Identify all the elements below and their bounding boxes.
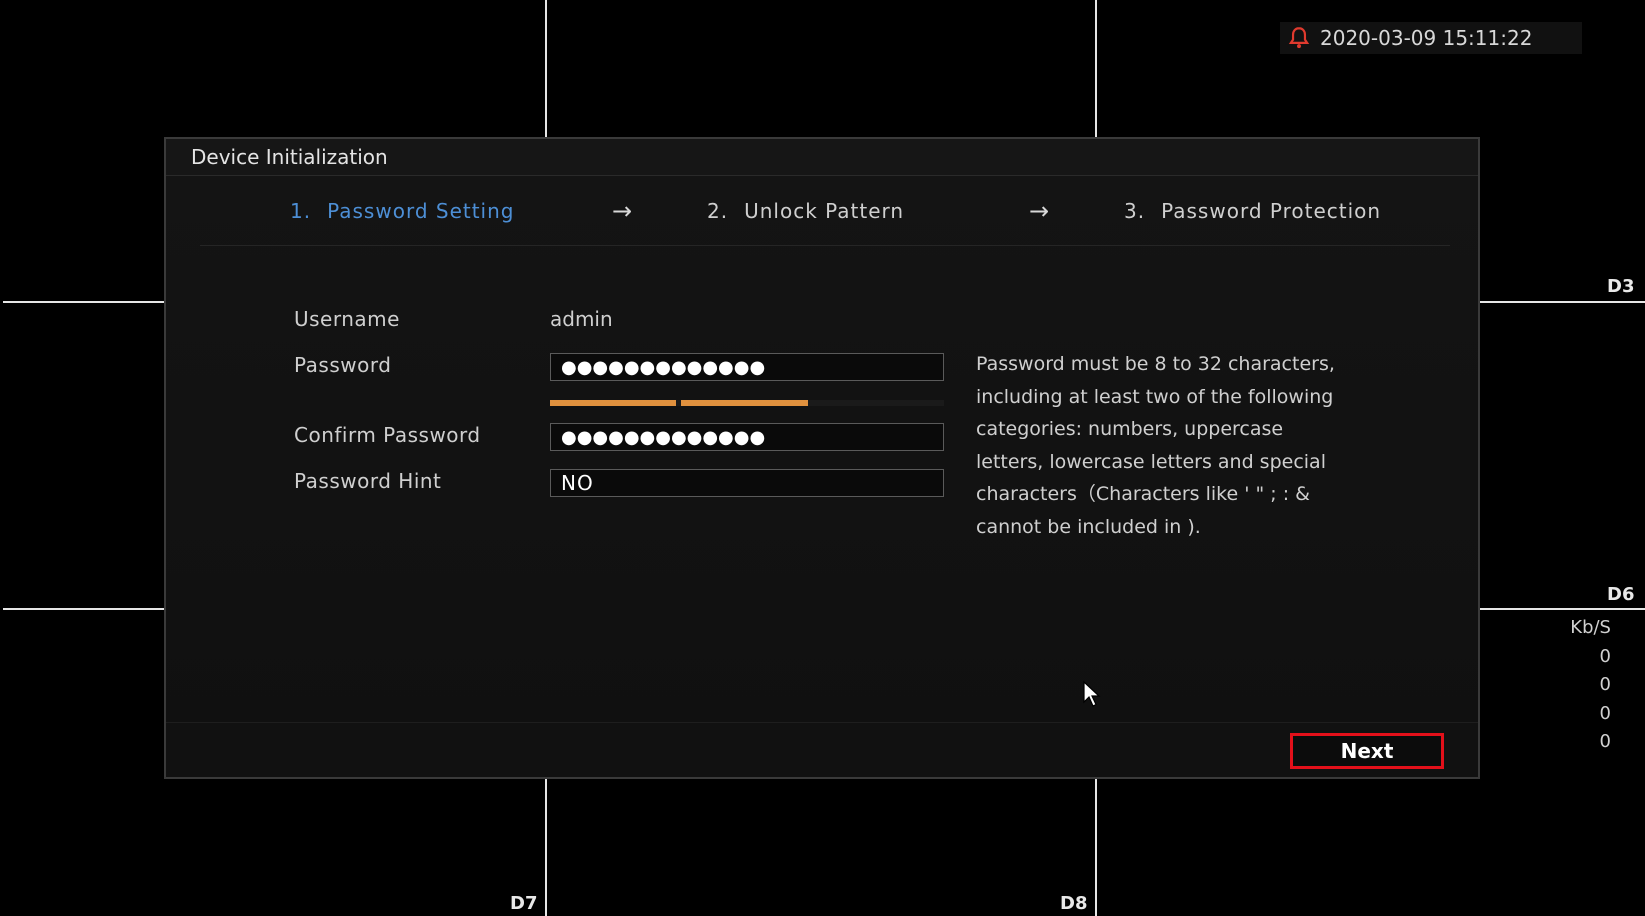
step-password-protection: 3. Password Protection	[1124, 199, 1381, 223]
requirements-line: Password must be 8 to 32 characters,	[976, 353, 1335, 375]
bitrate-column: Kb/S 0 0 0 0	[1570, 614, 1645, 757]
password-input[interactable]: ●●●●●●●●●●●●●	[550, 353, 944, 381]
grid-line	[1095, 779, 1097, 916]
requirements-line: categories: numbers, uppercase	[976, 418, 1284, 440]
password-label: Password	[294, 353, 392, 377]
channel-label-d7: D7	[510, 893, 538, 914]
dialog-title: Device Initialization	[166, 139, 1478, 176]
requirements-line: characters（Characters like ' " ; : &	[976, 483, 1310, 505]
username-value: admin	[550, 307, 613, 331]
step-label: Password Protection	[1161, 199, 1382, 223]
clock-display: 2020-03-09 15:11:22	[1280, 22, 1582, 54]
step-divider	[200, 245, 1450, 246]
bitrate-value: 0	[1599, 702, 1611, 724]
grid-line	[3, 301, 164, 303]
strength-segment	[681, 400, 808, 406]
step-number: 2.	[707, 199, 729, 223]
bitrate-value: 0	[1599, 645, 1611, 667]
password-requirements-text: Password must be 8 to 32 characters, inc…	[976, 348, 1446, 543]
channel-label-d6: D6	[1607, 584, 1635, 605]
dialog-footer: Next	[166, 722, 1478, 777]
grid-line	[3, 608, 164, 610]
password-strength-bar	[550, 400, 944, 406]
grid-line	[545, 779, 547, 916]
channel-label-d3: D3	[1607, 276, 1635, 297]
step-arrow-icon: →	[612, 197, 633, 225]
step-password-setting: 1. Password Setting	[290, 199, 514, 223]
username-label: Username	[294, 307, 400, 331]
grid-line	[1480, 608, 1645, 610]
step-label: Unlock Pattern	[744, 199, 905, 223]
password-hint-label: Password Hint	[294, 469, 442, 493]
step-unlock-pattern: 2. Unlock Pattern	[707, 199, 904, 223]
bitrate-value: 0	[1599, 674, 1611, 695]
strength-segment	[550, 400, 677, 406]
requirements-line: including at least two of the following	[976, 385, 1334, 408]
bitrate-unit: Kb/S	[1570, 617, 1611, 638]
confirm-password-label: Confirm Password	[294, 423, 481, 447]
channel-label-d8: D8	[1060, 893, 1088, 914]
grid-line	[545, 0, 547, 137]
password-hint-input[interactable]: NO	[550, 469, 944, 497]
next-button[interactable]: Next	[1290, 733, 1444, 769]
grid-line	[1480, 301, 1645, 303]
bell-icon	[1288, 27, 1310, 49]
dvr-screen: D3 D6 D7 D8 2020-03-09 15:11:22 Kb/S 0 0…	[0, 0, 1645, 916]
step-label: Password Setting	[327, 199, 515, 223]
device-initialization-dialog: Device Initialization 1. Password Setting…	[164, 137, 1480, 779]
step-number: 3.	[1124, 199, 1146, 223]
mouse-cursor-icon	[1083, 680, 1101, 707]
step-arrow-icon: →	[1029, 197, 1050, 225]
grid-line	[1095, 0, 1097, 137]
clock-datetime: 2020-03-09 15:11:22	[1320, 26, 1533, 50]
step-number: 1.	[290, 199, 312, 223]
requirements-line: letters, lowercase letters and special	[976, 450, 1326, 473]
bitrate-value: 0	[1599, 731, 1611, 752]
strength-segment	[812, 400, 939, 406]
confirm-password-input[interactable]: ●●●●●●●●●●●●●	[550, 423, 944, 451]
requirements-line: cannot be included in ).	[976, 515, 1201, 538]
